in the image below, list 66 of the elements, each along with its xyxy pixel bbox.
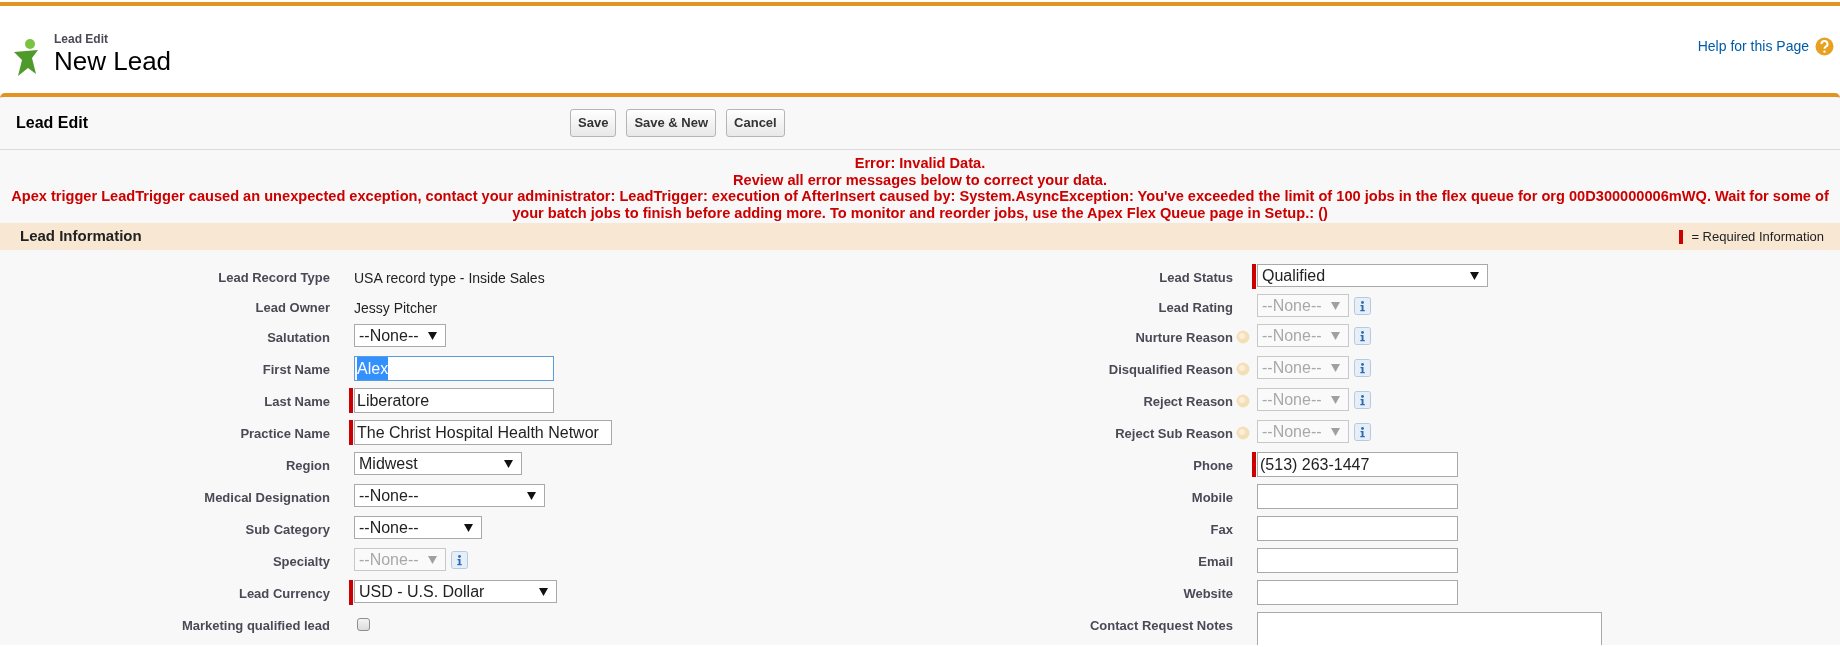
- field-label: Lead Owner: [254, 299, 330, 317]
- select-field[interactable]: Midwest: [354, 452, 522, 475]
- field-label: Mobile: [1190, 489, 1233, 507]
- text-field[interactable]: The Christ Hospital Health Networ: [354, 420, 612, 445]
- caret-icon: [1331, 395, 1340, 404]
- field-label: Fax: [1209, 521, 1233, 539]
- select-field[interactable]: --None--: [354, 516, 482, 539]
- select-field[interactable]: --None--: [354, 324, 446, 347]
- form-button[interactable]: Save: [570, 109, 617, 137]
- field-label: Marketing qualified lead: [180, 617, 330, 635]
- field-label: Reject Sub Reason: [1114, 425, 1233, 443]
- field-label: Practice Name: [239, 425, 330, 443]
- field-label: Nurture Reason: [1134, 329, 1233, 347]
- field-label: Disqualified Reason: [1107, 361, 1233, 379]
- caret-icon: [504, 459, 513, 468]
- field-label: Sub Category: [244, 521, 330, 539]
- caret-icon: [428, 555, 437, 564]
- field-label: Lead Record Type: [217, 269, 330, 287]
- caret-icon: [1331, 301, 1340, 310]
- text-field[interactable]: [1257, 548, 1458, 573]
- field-label: Contact Request Notes: [1088, 617, 1233, 635]
- text-field[interactable]: [1257, 516, 1458, 541]
- panel-title: Lead Edit: [15, 113, 89, 133]
- caret-icon: [1331, 427, 1340, 436]
- field-label: Medical Designation: [203, 489, 330, 507]
- form-button[interactable]: Cancel: [726, 109, 785, 137]
- field-label: Website: [1182, 585, 1233, 603]
- caret-icon: [428, 331, 437, 340]
- field-label: Region: [284, 457, 330, 475]
- section-title: Lead Information: [20, 226, 142, 247]
- caret-icon: [539, 587, 548, 596]
- text-field[interactable]: Liberatore: [354, 388, 554, 413]
- field-label: Specialty: [271, 553, 330, 571]
- field-label: Lead Currency: [237, 585, 330, 603]
- help-link[interactable]: Help for this Page: [1697, 36, 1809, 57]
- form-button[interactable]: Save & New: [626, 109, 717, 137]
- required-legend: = Required Information: [1691, 226, 1824, 247]
- field-label: Email: [1197, 553, 1233, 571]
- caret-icon: [1470, 271, 1479, 280]
- required-marker: [1679, 229, 1684, 244]
- field-label: Salutation: [266, 329, 330, 347]
- select-field[interactable]: --None--: [354, 484, 545, 507]
- field-label: Reject Reason: [1142, 393, 1233, 411]
- field-value: USA record type - Inside Sales: [354, 269, 545, 288]
- caret-icon: [464, 523, 473, 532]
- caret-icon: [1331, 363, 1340, 372]
- text-field[interactable]: [1257, 580, 1458, 605]
- help-icon[interactable]: [1815, 37, 1834, 56]
- error-message: Error: Invalid Data.: [854, 155, 986, 172]
- caret-icon: [527, 491, 536, 500]
- field-label: First Name: [261, 361, 330, 379]
- field-label: Phone: [1192, 457, 1233, 475]
- select-field[interactable]: USD - U.S. Dollar: [354, 580, 557, 603]
- field-value: Jessy Pitcher: [354, 299, 438, 318]
- select-field[interactable]: Qualified: [1257, 264, 1488, 287]
- text-field[interactable]: [1257, 484, 1458, 509]
- field-label: Lead Status: [1158, 269, 1233, 287]
- text-field[interactable]: (513) 263-1447: [1257, 452, 1458, 477]
- page-title: New Lead: [54, 46, 172, 76]
- error-message: Apex trigger LeadTrigger caused an unexpected exception, contact your administrator: LeadTrigger: execution of AfterInsert caused by: System.AsyncException: You've exceeded the limit of 100 jobs in the flex queue for org 00D300000006mWQ. Wait for some of your batch jobs to finish before adding more. To monitor and reorder jobs, use the Apex Flex Queue page in Setup.: (): [10, 188, 1830, 221]
- field-label: Last Name: [263, 393, 330, 411]
- field-label: Lead Rating: [1157, 299, 1233, 317]
- breadcrumb: Lead Edit: [54, 32, 109, 46]
- checkbox[interactable]: [357, 618, 370, 631]
- error-message: Review all error messages below to correct your data.: [733, 171, 1107, 188]
- caret-icon: [1331, 331, 1340, 340]
